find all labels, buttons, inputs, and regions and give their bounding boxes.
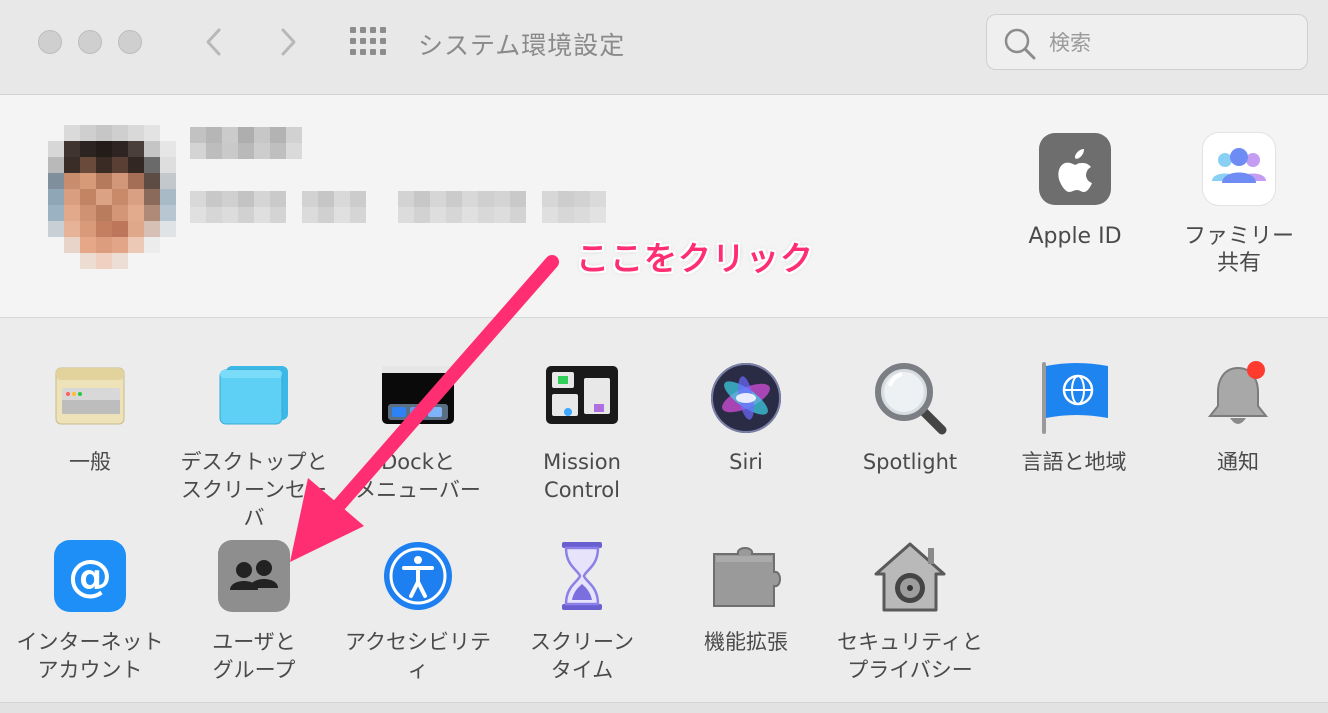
- avatar[interactable]: [48, 125, 176, 275]
- pref-language-region-label: 言語と地域: [1021, 450, 1127, 474]
- pref-internet-accounts-label: インターネット アカウント: [16, 630, 164, 682]
- pref-desktop-screensaver[interactable]: デスクトップと スクリーンセーバ: [172, 360, 336, 532]
- desktop-screensaver-icon: [216, 360, 292, 436]
- zoom-button[interactable]: [118, 30, 142, 54]
- svg-text:@: @: [68, 551, 112, 602]
- account-name-redacted: [190, 127, 320, 161]
- pref-siri-label: Siri: [729, 450, 763, 474]
- family-sharing-pref[interactable]: ファミリー 共有: [1164, 133, 1314, 277]
- internet-accounts-icon: @: [52, 540, 128, 616]
- search-box[interactable]: [986, 14, 1308, 70]
- pref-notifications[interactable]: 通知: [1156, 360, 1320, 476]
- pref-users-groups[interactable]: ユーザと グループ: [172, 540, 336, 684]
- screen-time-icon: [544, 540, 620, 616]
- apple-logo-icon: [1039, 133, 1111, 205]
- dock-menubar-icon: [380, 360, 456, 436]
- close-button[interactable]: [38, 30, 62, 54]
- pref-screen-time[interactable]: スクリーン タイム: [500, 540, 664, 684]
- account-email-redacted: [190, 187, 630, 223]
- window-title: システム環境設定: [418, 31, 626, 60]
- pref-accessibility[interactable]: アクセシビリティ: [336, 540, 500, 684]
- pref-spotlight[interactable]: Spotlight: [828, 360, 992, 476]
- pref-accessibility-label: アクセシビリティ: [345, 630, 491, 682]
- minimize-button[interactable]: [78, 30, 102, 54]
- chevron-right-icon: [281, 28, 296, 56]
- account-section: Apple ID ファミリー 共有: [0, 95, 1328, 318]
- pref-dock-menubar-label: Dockと メニューバー: [355, 450, 481, 502]
- pref-general[interactable]: 一般: [8, 360, 172, 476]
- family-sharing-label: ファミリー 共有: [1183, 224, 1294, 276]
- bottom-divider: [0, 702, 1328, 713]
- pref-extensions-label: 機能拡張: [704, 630, 788, 654]
- pref-users-groups-label: ユーザと グループ: [212, 630, 296, 682]
- pref-general-label: 一般: [69, 450, 111, 474]
- apple-id-pref[interactable]: Apple ID: [1000, 133, 1150, 250]
- pref-desktop-screensaver-label: デスクトップと スクリーンセーバ: [180, 450, 328, 530]
- back-button[interactable]: [194, 22, 234, 62]
- pref-mission-control[interactable]: Mission Control: [500, 360, 664, 504]
- pref-dock-menubar[interactable]: Dockと メニューバー: [336, 360, 500, 504]
- security-privacy-icon: [872, 540, 948, 616]
- pref-siri[interactable]: Siri: [664, 360, 828, 476]
- apple-id-label: Apple ID: [1028, 224, 1122, 249]
- forward-button[interactable]: [268, 22, 308, 62]
- language-region-icon: [1036, 360, 1112, 436]
- general-icon: [52, 360, 128, 436]
- toolbar: システム環境設定: [0, 0, 1328, 95]
- pref-security-privacy[interactable]: セキュリティと プライバシー: [828, 540, 992, 684]
- show-all-grid-button[interactable]: [350, 27, 386, 55]
- notifications-icon: [1200, 360, 1276, 436]
- accessibility-icon: [380, 540, 456, 616]
- pref-mission-control-label: Mission Control: [543, 450, 621, 502]
- pref-spotlight-label: Spotlight: [862, 450, 958, 474]
- pref-notifications-label: 通知: [1217, 450, 1259, 474]
- search-input[interactable]: [1047, 27, 1291, 59]
- mission-control-icon: [544, 360, 620, 436]
- pref-extensions[interactable]: 機能拡張: [664, 540, 828, 656]
- family-sharing-icon: [1203, 133, 1275, 205]
- spotlight-icon: [872, 360, 948, 436]
- extensions-icon: [708, 540, 784, 616]
- pref-security-privacy-label: セキュリティと プライバシー: [837, 630, 983, 682]
- search-icon: [1004, 28, 1036, 60]
- annotation-label: ここをクリック: [576, 239, 814, 278]
- pref-internet-accounts[interactable]: @ インターネット アカウント: [8, 540, 172, 684]
- chevron-left-icon: [206, 28, 221, 56]
- pref-screen-time-label: スクリーン タイム: [530, 630, 634, 682]
- siri-icon: [708, 360, 784, 436]
- pref-language-region[interactable]: 言語と地域: [992, 360, 1156, 476]
- users-groups-icon: [216, 540, 292, 616]
